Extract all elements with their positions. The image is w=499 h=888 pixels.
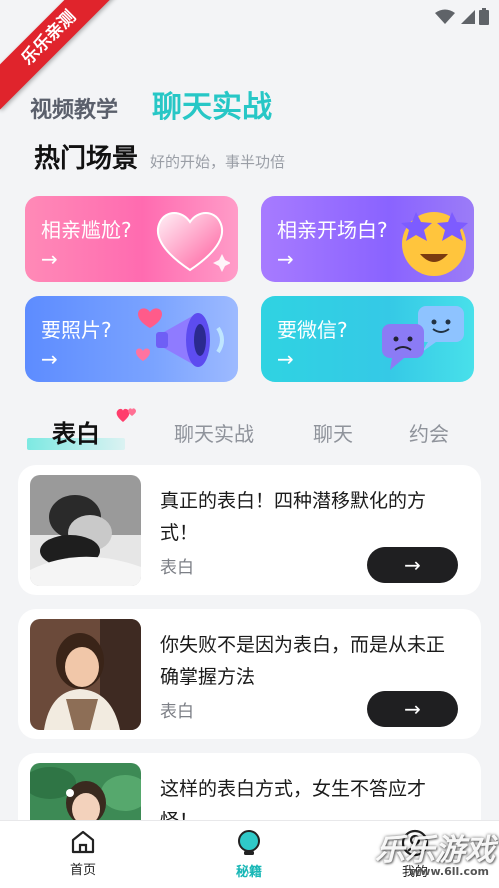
scene-label: 要微信? xyxy=(277,318,348,342)
article-card[interactable]: 你失败不是因为表白，而是从未正确掌握方法 表白 → xyxy=(18,609,481,739)
tab-chat-practice-category[interactable]: 聊天实战 xyxy=(174,418,254,447)
tab-chat-practice[interactable]: 聊天实战 xyxy=(152,82,272,126)
hot-scenes-header: 热门场景 好的开始，事半功倍 xyxy=(34,138,285,175)
category-tabs: 表白 聊天实战 聊天 约会 xyxy=(0,408,499,456)
tab-dating[interactable]: 约会 xyxy=(409,418,449,447)
section-subtitle: 好的开始，事半功倍 xyxy=(150,153,286,171)
scene-card-ask-photo[interactable]: 要照片? → xyxy=(25,296,238,382)
arrow-right-icon: → xyxy=(41,347,58,371)
article-title: 你失败不是因为表白，而是从未正确掌握方法 xyxy=(160,634,446,688)
tab-confession[interactable]: 表白 xyxy=(52,414,100,449)
article-card[interactable]: 真正的表白！四种潜移默化的方式！ 表白 → xyxy=(18,465,481,595)
article-thumbnail xyxy=(30,619,141,730)
arrow-right-icon: → xyxy=(277,347,294,371)
home-icon xyxy=(71,830,95,854)
article-tag: 表白 xyxy=(160,558,194,578)
nav-label: 秘籍 xyxy=(235,865,262,880)
site-watermark: 乐乐游戏 www.6ll.com xyxy=(375,836,495,878)
scene-label: 相亲开场白? xyxy=(277,218,388,242)
tab-chat[interactable]: 聊天 xyxy=(313,418,353,447)
article-thumbnail xyxy=(30,475,141,586)
scene-label: 要照片? xyxy=(41,318,112,342)
wifi-icon xyxy=(435,9,455,24)
read-article-button[interactable]: → xyxy=(367,691,458,727)
scene-label: 相亲尴尬? xyxy=(41,218,132,242)
arrow-right-icon: → xyxy=(41,247,58,271)
arrow-right-icon: → xyxy=(277,247,294,271)
nav-home[interactable]: 首页 xyxy=(43,829,123,878)
top-tabs: 视频教学 聊天实战 xyxy=(30,82,272,126)
nav-tips[interactable]: 秘籍 xyxy=(209,829,289,880)
battery-icon xyxy=(479,8,489,25)
scene-card-awkward-date[interactable]: 相亲尴尬? → xyxy=(25,196,238,282)
scene-card-ask-wechat[interactable]: 要微信? → xyxy=(261,296,474,382)
chat-bubbles-icon xyxy=(382,306,464,370)
section-title: 热门场景 xyxy=(34,144,139,174)
signal-icon xyxy=(461,9,475,24)
megaphone-icon xyxy=(136,308,224,367)
hearts-icon xyxy=(116,408,136,422)
star-eyes-emoji-icon xyxy=(401,212,468,276)
heart-icon xyxy=(156,212,230,272)
tab-video-teaching[interactable]: 视频教学 xyxy=(30,92,118,124)
watermark-text: 乐乐游戏 xyxy=(375,833,495,868)
read-article-button[interactable]: → xyxy=(367,547,458,583)
bulb-icon xyxy=(238,830,260,855)
scene-card-date-opener[interactable]: 相亲开场白? → xyxy=(261,196,474,282)
article-title: 真正的表白！四种潜移默化的方式！ xyxy=(160,490,427,544)
article-tag: 表白 xyxy=(160,702,194,722)
nav-label: 首页 xyxy=(69,863,96,878)
